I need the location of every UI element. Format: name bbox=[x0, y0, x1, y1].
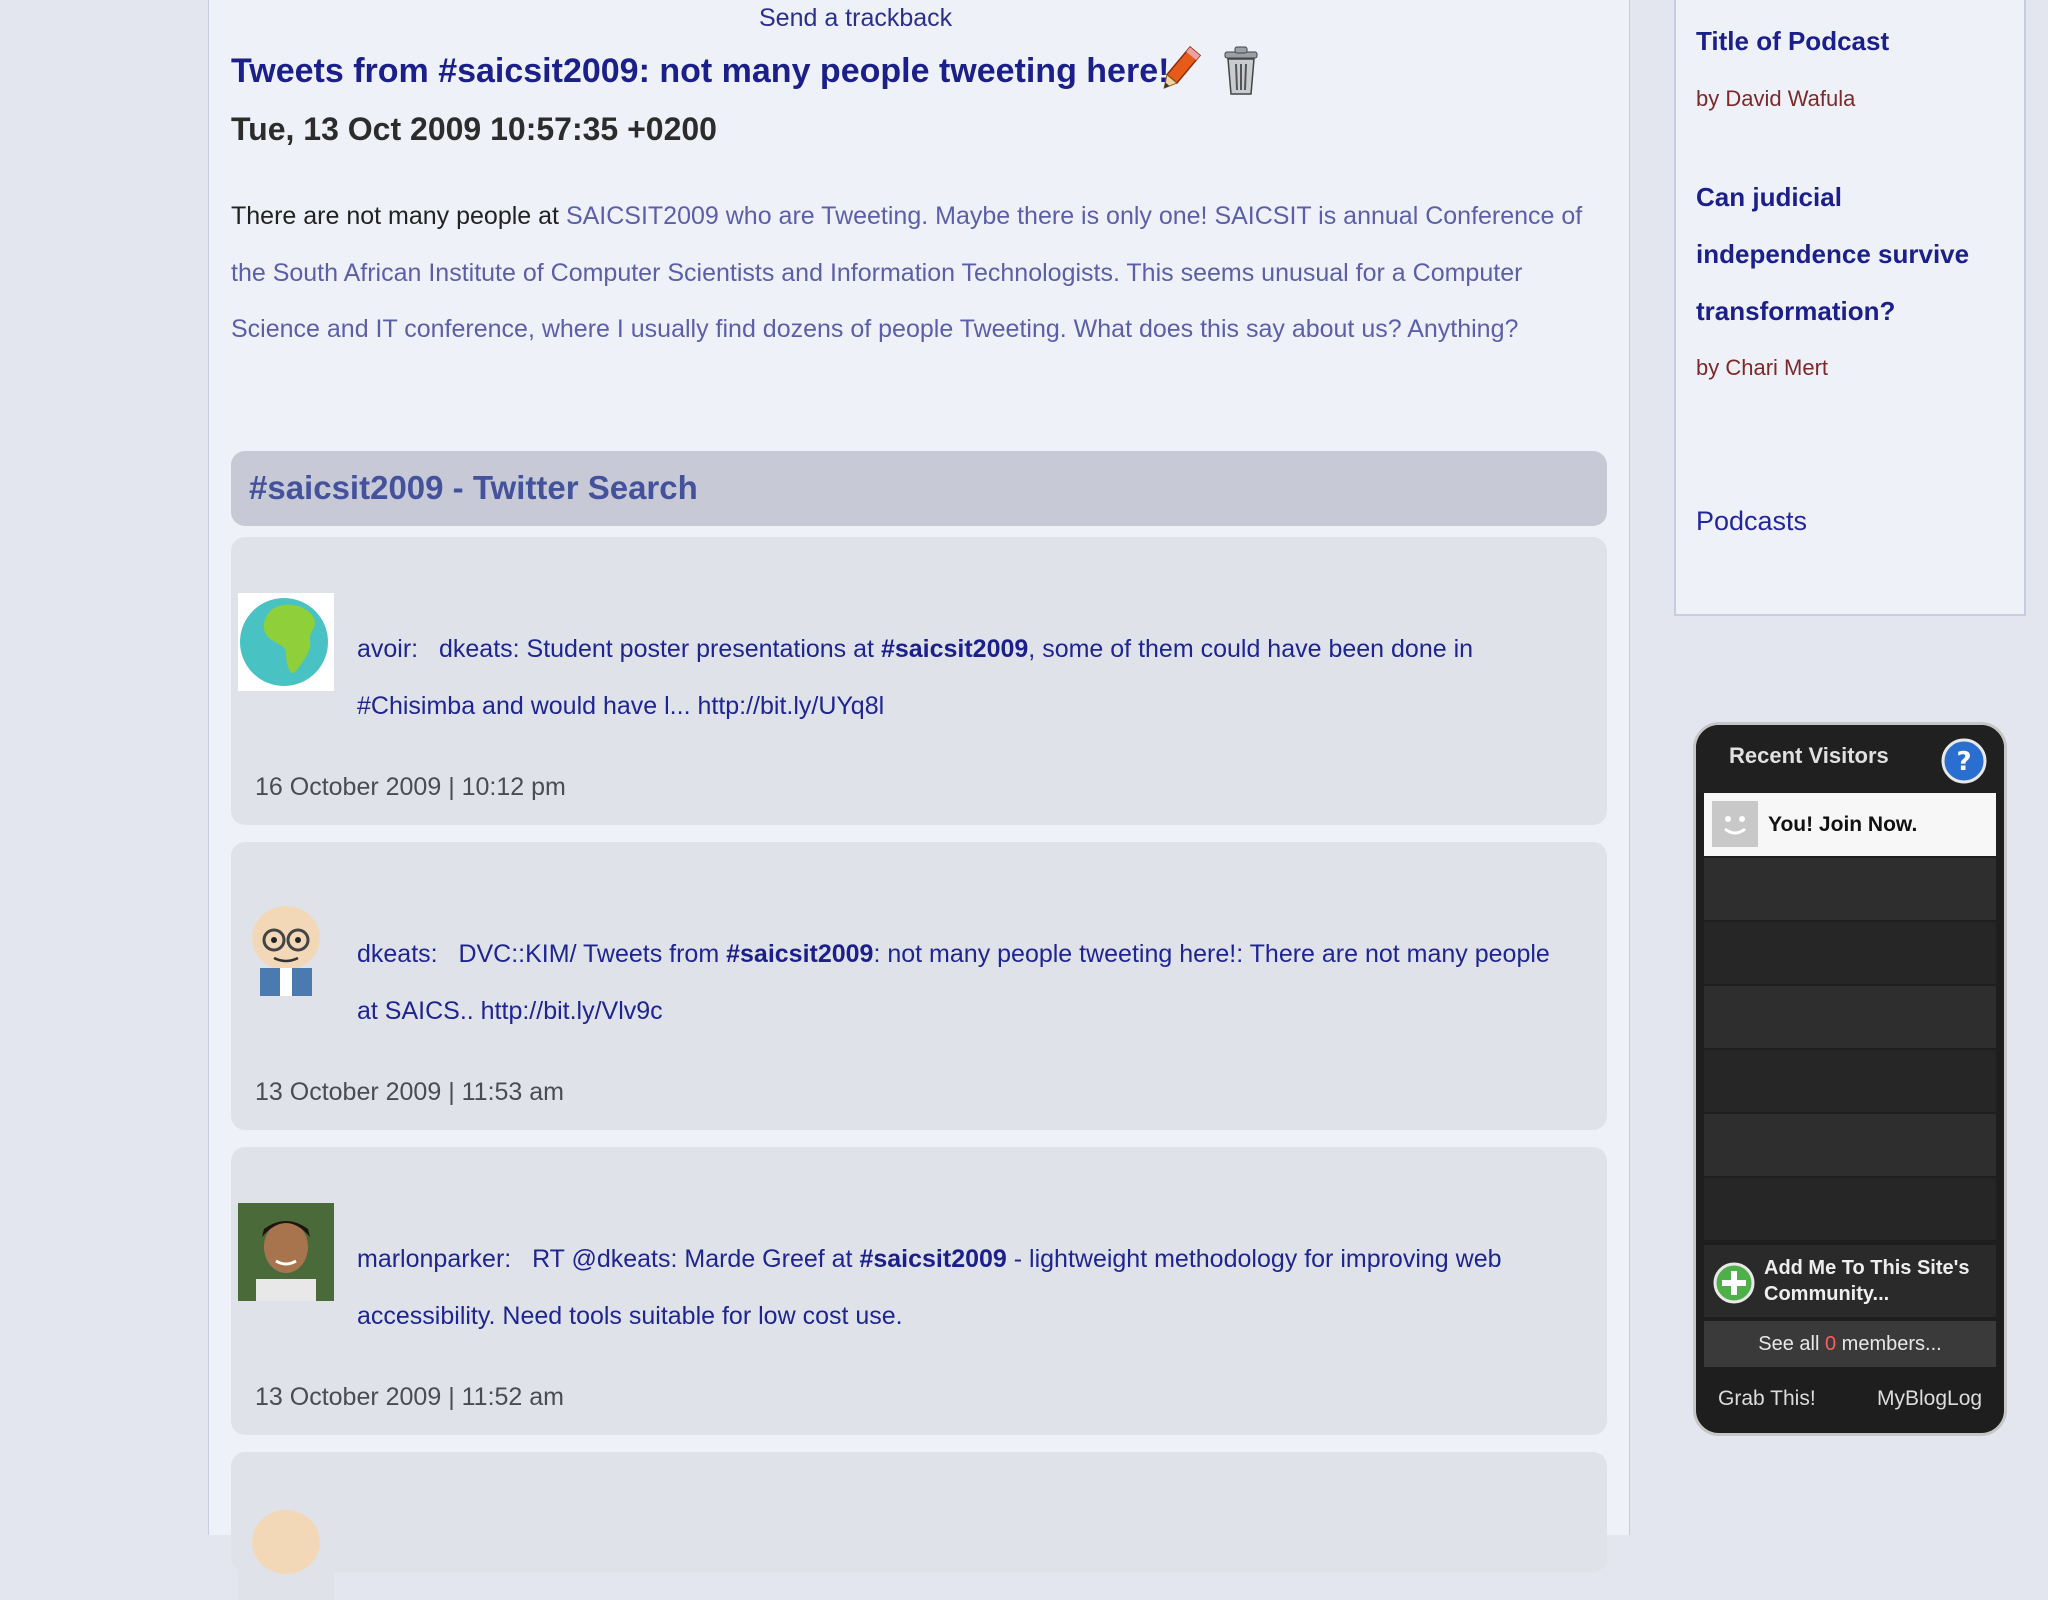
trash-icon[interactable] bbox=[1219, 44, 1263, 98]
pencil-icon[interactable] bbox=[1155, 44, 1205, 96]
add-me-label: Add Me To This Site's Community... bbox=[1764, 1257, 1970, 1305]
tweet-text-pre: RT @dkeats: Marde Greef at bbox=[532, 1245, 860, 1273]
visitor-slot bbox=[1704, 922, 1996, 984]
see-all-members-link[interactable]: See all 0 members... bbox=[1704, 1321, 1996, 1367]
main-content: Send a trackback Tweets from #saicsit200… bbox=[208, 0, 1630, 1600]
post-body: There are not many people at SAICSIT2009… bbox=[231, 188, 1611, 358]
visitor-slot bbox=[1704, 1050, 1996, 1112]
post-body-lead: There are not many people at bbox=[231, 202, 566, 230]
avatar[interactable] bbox=[238, 1502, 334, 1600]
avatar[interactable] bbox=[238, 898, 334, 996]
photo-avatar-icon bbox=[238, 1203, 334, 1301]
podcast-title-link[interactable]: Can judicial independence survive transf… bbox=[1696, 169, 1996, 340]
post-date: Tue, 13 Oct 2009 10:57:35 +0200 bbox=[231, 111, 717, 147]
tweet-text: marlonparker: RT @dkeats: Marde Greef at… bbox=[357, 1231, 1577, 1345]
avatar[interactable] bbox=[238, 593, 334, 691]
post-title[interactable]: Tweets from #saicsit2009: not many peopl… bbox=[231, 52, 1169, 91]
cartoon-avatar-icon bbox=[252, 906, 320, 996]
widget-header: Recent Visitors ? bbox=[1696, 725, 2004, 793]
help-icon[interactable]: ? bbox=[1940, 737, 1988, 785]
visitor-slot bbox=[1704, 986, 1996, 1048]
podcast-title-link[interactable]: Title of Podcast bbox=[1696, 13, 1996, 70]
tweet-time: 16 October 2009 | 10:12 pm bbox=[255, 773, 566, 801]
tweet-item bbox=[231, 1452, 1607, 1600]
plus-icon bbox=[1713, 1262, 1755, 1304]
tweet-user[interactable]: avoir: bbox=[357, 635, 418, 663]
tweet-time: 13 October 2009 | 11:53 am bbox=[255, 1078, 565, 1106]
tweet-item: avoir: dkeats: Student poster presentati… bbox=[231, 537, 1607, 825]
tweet-text-pre: dkeats: Student poster presentations at bbox=[438, 635, 881, 663]
join-now-label[interactable]: You! Join Now. bbox=[1768, 813, 1917, 837]
send-trackback-link[interactable]: Send a trackback bbox=[759, 4, 952, 33]
twitter-search-header: #saicsit2009 - Twitter Search bbox=[231, 451, 1607, 526]
tweet-hashtag[interactable]: #saicsit2009 bbox=[859, 1245, 1006, 1273]
svg-text:?: ? bbox=[1956, 747, 1971, 777]
tweet-text: dkeats: DVC::KIM/ Tweets from #saicsit20… bbox=[357, 926, 1577, 1040]
tweet-item: dkeats: DVC::KIM/ Tweets from #saicsit20… bbox=[231, 842, 1607, 1130]
tweet-hashtag[interactable]: #saicsit2009 bbox=[881, 635, 1028, 663]
avatar[interactable] bbox=[238, 1203, 334, 1301]
see-all-pre: See all bbox=[1758, 1333, 1825, 1355]
tweet-user[interactable]: dkeats: bbox=[357, 940, 438, 968]
visitor-slot bbox=[1704, 1178, 1996, 1240]
visitor-row[interactable]: You! Join Now. bbox=[1704, 793, 1996, 856]
tweet-user[interactable]: marlonparker: bbox=[357, 1245, 511, 1273]
cartoon-avatar-icon bbox=[252, 1510, 320, 1574]
add-me-button[interactable]: Add Me To This Site's Community... bbox=[1704, 1245, 1996, 1317]
tweet-text: avoir: dkeats: Student poster presentati… bbox=[357, 621, 1577, 735]
sidebar-podcasts: Title of Podcast by David Wafula Can jud… bbox=[1674, 0, 2026, 616]
member-count: 0 bbox=[1825, 1333, 1837, 1355]
default-avatar-icon bbox=[1712, 801, 1758, 847]
tweet-item: marlonparker: RT @dkeats: Marde Greef at… bbox=[231, 1147, 1607, 1435]
twitter-search-title[interactable]: #saicsit2009 - Twitter Search bbox=[249, 469, 698, 507]
globe-avatar-icon bbox=[240, 598, 328, 686]
widget-title: Recent Visitors bbox=[1729, 743, 1889, 768]
mybloglog-link[interactable]: MyBlogLog bbox=[1877, 1387, 1982, 1411]
tweet-time: 13 October 2009 | 11:52 am bbox=[255, 1383, 565, 1411]
recent-visitors-widget: Recent Visitors ? You! Join Now. Add Me … bbox=[1693, 722, 2007, 1436]
visitor-slot bbox=[1704, 858, 1996, 920]
visitor-slot bbox=[1704, 1114, 1996, 1176]
tweet-text-pre: DVC::KIM/ Tweets from bbox=[458, 940, 727, 968]
podcast-author: by David Wafula bbox=[1696, 86, 1856, 111]
tweet-hashtag[interactable]: #saicsit2009 bbox=[726, 940, 873, 968]
see-all-post: members... bbox=[1836, 1333, 1942, 1355]
podcasts-link[interactable]: Podcasts bbox=[1696, 506, 1807, 537]
grab-this-link[interactable]: Grab This! bbox=[1718, 1387, 1816, 1411]
podcast-author: by Chari Mert bbox=[1696, 355, 1829, 380]
